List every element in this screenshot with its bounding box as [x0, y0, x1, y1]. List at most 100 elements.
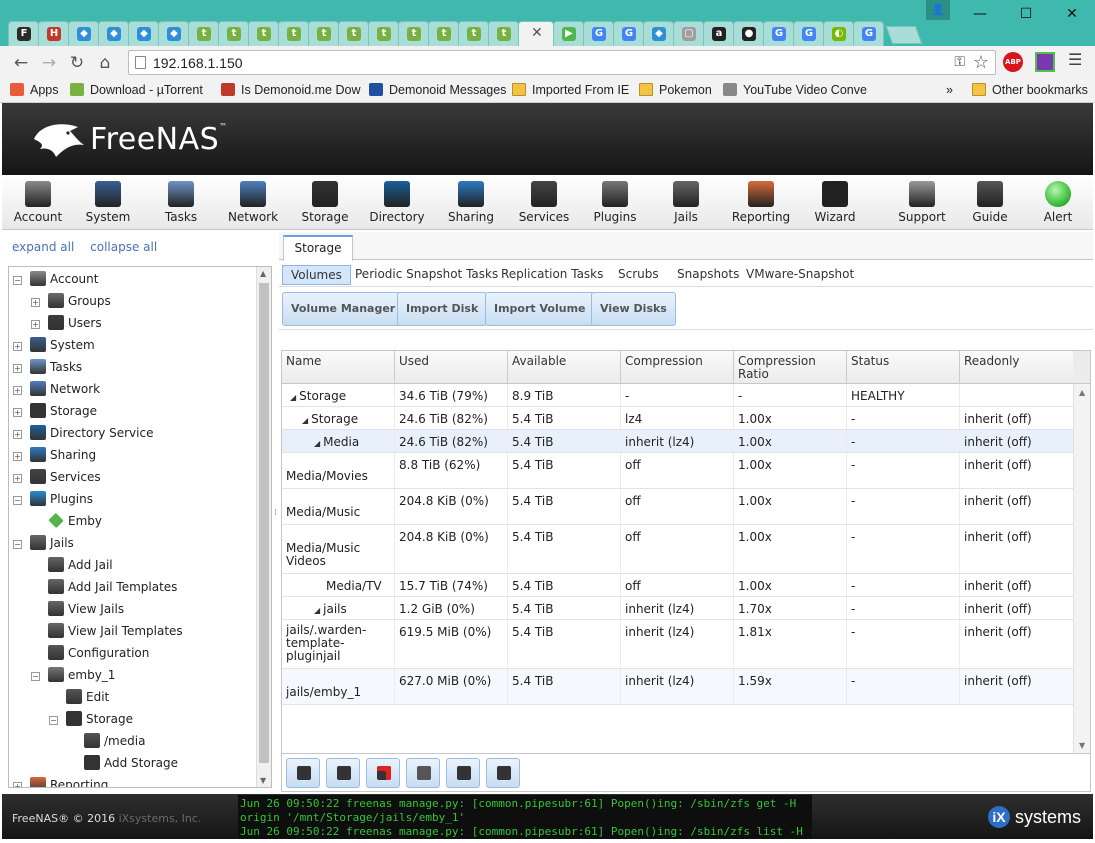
browser-tab[interactable]: t — [458, 21, 489, 46]
tree-item[interactable]: + System — [13, 335, 95, 355]
add-zvol-button[interactable] — [446, 758, 480, 788]
freenas-logo[interactable]: FreeNAS™ — [30, 119, 228, 159]
browser-tab[interactable]: G — [853, 21, 884, 46]
browser-tab[interactable]: t — [248, 21, 279, 46]
table-row[interactable]: Media/Music 204.8 KiB (0%) 5.4 TiB off 1.00x… — [282, 489, 1074, 525]
import-disk-button[interactable]: Import Disk — [397, 292, 488, 326]
bookmark-item[interactable]: Pokemon — [639, 83, 712, 97]
expand-icon[interactable]: + — [13, 386, 22, 395]
menu-plugins[interactable]: Plugins — [575, 181, 655, 224]
home-icon[interactable]: ⌂ — [94, 52, 116, 74]
tree-scrollbar[interactable]: ▲ ▼ — [256, 267, 271, 787]
expand-twisty-icon[interactable]: ◢ — [302, 416, 308, 425]
column-header[interactable]: Status — [847, 351, 960, 384]
table-row[interactable]: Media/TV 15.7 TiB (74%) 5.4 TiB off 1.00x - in… — [282, 574, 1074, 597]
expand-icon[interactable]: + — [13, 452, 22, 461]
column-header[interactable]: Readonly — [960, 351, 1074, 384]
table-row[interactable]: Media/Music Videos 204.8 KiB (0%) 5.4 TiB o… — [282, 525, 1074, 574]
pane-splitter[interactable]: ⁞ — [274, 508, 278, 528]
expand-icon[interactable]: + — [31, 298, 40, 307]
tree-item[interactable]: − Jails — [13, 533, 74, 553]
browser-tab[interactable]: a — [703, 21, 734, 46]
delete-volume-button[interactable] — [366, 758, 400, 788]
scroll-up-icon[interactable]: ▲ — [1079, 388, 1085, 397]
extension-icon[interactable] — [1035, 52, 1055, 72]
browser-tab[interactable]: G — [793, 21, 824, 46]
tree-item[interactable]: View Jails — [31, 599, 124, 619]
adblock-plus-icon[interactable]: ABP — [1003, 52, 1023, 72]
volume-manager-button[interactable]: Volume Manager — [282, 292, 405, 326]
scroll-down-icon[interactable]: ▼ — [260, 776, 266, 785]
menu-reporting[interactable]: Reporting — [721, 181, 801, 224]
tree-item[interactable]: + Network — [13, 379, 100, 399]
collapse-icon[interactable]: − — [13, 496, 22, 505]
close-tab-icon[interactable]: ✕ — [531, 25, 543, 41]
menu-storage[interactable]: Storage — [285, 181, 365, 224]
bookmark-item[interactable]: Is Demonoid.me Dow — [221, 83, 361, 97]
browser-tab[interactable]: t — [368, 21, 399, 46]
tree-item[interactable]: View Jail Templates — [31, 621, 183, 641]
column-header[interactable]: Compression — [621, 351, 734, 384]
tree-item[interactable]: + Directory Service — [13, 423, 153, 443]
browser-tab[interactable]: H — [38, 21, 69, 46]
bookmarks-overflow[interactable]: » — [946, 83, 953, 97]
bookmark-star-icon[interactable]: ☆ — [973, 52, 989, 73]
tree-item[interactable]: − emby_1 — [31, 665, 115, 685]
column-header[interactable]: Available — [508, 351, 621, 384]
browser-tab[interactable]: t — [278, 21, 309, 46]
edit-options-button[interactable] — [406, 758, 440, 788]
browser-tab[interactable]: t — [218, 21, 249, 46]
console-log[interactable]: Jun 26 09:50:22 freenas manage.py: [comm… — [238, 795, 812, 839]
collapse-icon[interactable]: − — [49, 716, 58, 725]
tab-storage[interactable]: Storage — [283, 235, 353, 261]
scroll-down-icon[interactable]: ▼ — [1079, 741, 1085, 750]
collapse-icon[interactable]: − — [13, 540, 22, 549]
tree-item[interactable]: Configuration — [31, 643, 149, 663]
tree-item[interactable]: Edit — [49, 687, 109, 707]
browser-tab[interactable]: G — [613, 21, 644, 46]
tree-item[interactable]: + Groups — [31, 291, 111, 311]
table-row[interactable]: Media/Movies 8.8 TiB (62%) 5.4 TiB off 1.00x… — [282, 453, 1074, 489]
column-header[interactable]: Compression Ratio — [734, 351, 847, 384]
volume-status-button[interactable] — [486, 758, 520, 788]
tree-item[interactable]: Add Storage — [67, 753, 178, 773]
expand-icon[interactable]: + — [13, 430, 22, 439]
menu-tasks[interactable]: Tasks — [141, 181, 221, 224]
expand-twisty-icon[interactable]: ◢ — [314, 439, 320, 448]
profile-icon[interactable]: 👤 — [926, 0, 950, 20]
menu-sharing[interactable]: Sharing — [431, 181, 511, 224]
tree-scroll-thumb[interactable] — [259, 283, 269, 763]
url-text[interactable]: 192.168.1.150 — [153, 55, 243, 71]
table-row[interactable]: ◢ Storage 24.6 TiB (82%) 5.4 TiB lz4 1.00x - in… — [282, 407, 1074, 430]
browser-tab[interactable]: ▢ — [673, 21, 704, 46]
browser-tab[interactable]: t — [428, 21, 459, 46]
collapse-icon[interactable]: − — [31, 672, 40, 681]
bookmark-other[interactable]: Other bookmarks — [972, 83, 1088, 97]
browser-tab[interactable]: ✕ — [518, 21, 554, 46]
maximize-icon[interactable]: ☐ — [1003, 0, 1049, 28]
menu-jails[interactable]: Jails — [646, 181, 726, 224]
tree-item[interactable]: − Account — [13, 269, 98, 289]
expand-icon[interactable]: + — [13, 782, 22, 787]
browser-tab[interactable]: t — [338, 21, 369, 46]
menu-directory[interactable]: Directory — [357, 181, 437, 224]
subtab-vmware-snapshot[interactable]: VMware-Snapshot — [746, 265, 854, 285]
view-disks-button[interactable]: View Disks — [591, 292, 676, 326]
subtab-periodic-snapshot-tasks[interactable]: Periodic Snapshot Tasks — [355, 265, 498, 285]
scroll-up-icon[interactable]: ▲ — [260, 269, 266, 278]
detach-volume-button[interactable] — [286, 758, 320, 788]
tree-item[interactable]: + Storage — [13, 401, 97, 421]
tree-item[interactable]: + Services — [13, 467, 101, 487]
subtab-scrubs[interactable]: Scrubs — [618, 265, 659, 285]
table-row[interactable]: jails/.warden-template-pluginjail 619.5 M… — [282, 620, 1074, 669]
menu-alert[interactable]: Alert — [1018, 181, 1095, 224]
forward-icon[interactable]: → — [38, 52, 60, 74]
expand-icon[interactable]: + — [13, 474, 22, 483]
collapse-icon[interactable]: − — [13, 276, 22, 285]
menu-system[interactable]: System — [68, 181, 148, 224]
menu-services[interactable]: Services — [504, 181, 584, 224]
import-volume-button[interactable]: Import Volume — [485, 292, 595, 326]
expand-icon[interactable]: + — [13, 364, 22, 373]
browser-tab[interactable]: t — [398, 21, 429, 46]
subtab-replication-tasks[interactable]: Replication Tasks — [501, 265, 603, 285]
